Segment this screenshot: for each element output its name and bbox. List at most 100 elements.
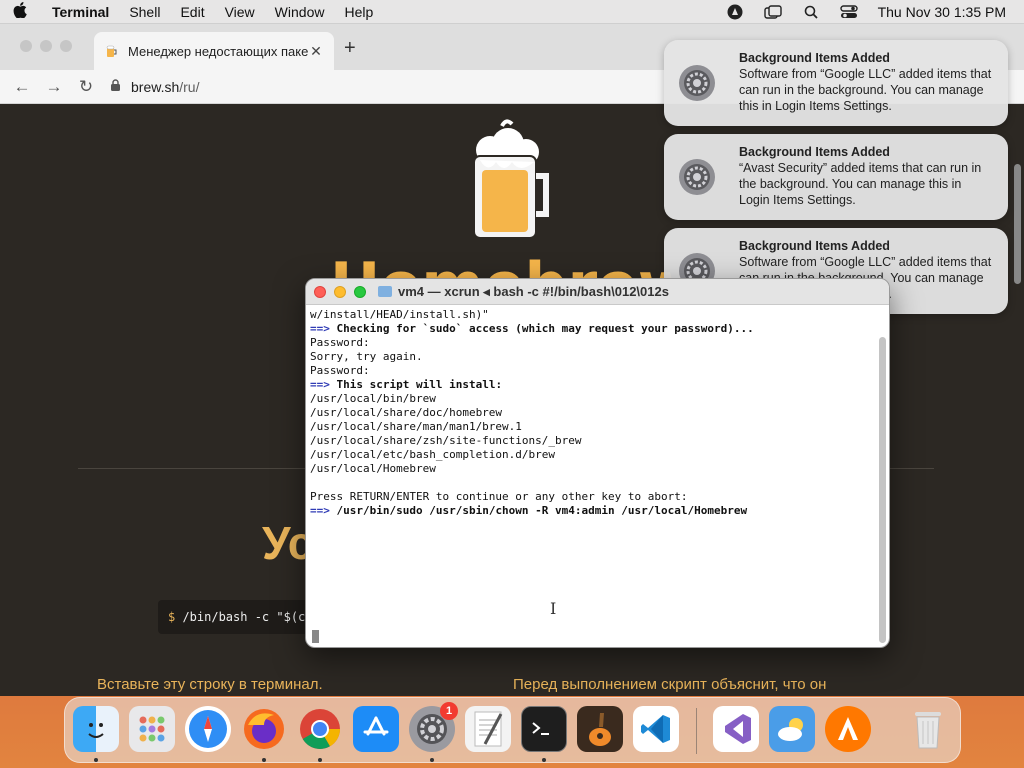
terminal-line: Sorry, try again. bbox=[310, 350, 876, 364]
terminal-line-text: /usr/local/share/doc/homebrew bbox=[310, 406, 503, 419]
terminal-line: ==> This script will install: bbox=[310, 378, 876, 392]
back-icon[interactable]: ← bbox=[6, 77, 38, 97]
browser-tab[interactable]: Менеджер недостающих паке ✕ bbox=[94, 32, 334, 70]
terminal-window-controls bbox=[314, 285, 366, 298]
tab-title: Менеджер недостающих паке bbox=[128, 43, 308, 59]
terminal-line: Press RETURN/ENTER to continue or any ot… bbox=[310, 490, 876, 504]
folder-icon bbox=[378, 286, 392, 297]
terminal-line-text: Sorry, try again. bbox=[310, 350, 423, 363]
avast-icon[interactable] bbox=[825, 706, 871, 752]
terminal-cursor bbox=[312, 630, 319, 643]
notification-body: Software from “Google LLC” added items t… bbox=[739, 67, 992, 113]
garageband-icon[interactable] bbox=[577, 706, 623, 752]
terminal-line: /usr/local/Homebrew bbox=[310, 462, 876, 476]
page-scrollbar[interactable] bbox=[1014, 164, 1021, 284]
weather-icon[interactable] bbox=[769, 706, 815, 752]
terminal-line-prefix: ==> bbox=[310, 504, 330, 517]
notification-2[interactable]: Background Items Added “Avast Security” … bbox=[664, 134, 1008, 220]
menu-bar: Terminal Shell Edit View Window Help Thu… bbox=[0, 0, 1024, 24]
terminal-line-text: /usr/local/share/zsh/site-functions/_bre… bbox=[310, 434, 582, 447]
visual-studio-icon[interactable] bbox=[713, 706, 759, 752]
reload-icon[interactable]: ↻ bbox=[70, 77, 102, 97]
finder-icon[interactable] bbox=[73, 706, 119, 752]
install-command-box[interactable]: $ /bin/bash -c "$(cur bbox=[158, 600, 318, 634]
terminal-titlebar[interactable]: vm4 — xcrun ◂ bash -c #!/bin/bash\012\01… bbox=[306, 279, 889, 305]
browser-minimize-button[interactable] bbox=[40, 40, 52, 52]
terminal-running-dot bbox=[542, 758, 546, 762]
spotlight-search-icon[interactable] bbox=[800, 3, 822, 21]
control-center-icon[interactable] bbox=[838, 3, 860, 21]
address-bar[interactable]: brew.sh/ru/ bbox=[110, 79, 199, 95]
terminal-line-text: Password: bbox=[310, 336, 370, 349]
terminal-line-prefix: ==> bbox=[310, 378, 330, 391]
terminal-line: Password: bbox=[310, 364, 876, 378]
terminal-title-text: vm4 — xcrun ◂ bash -c #!/bin/bash\012\01… bbox=[398, 283, 669, 299]
notification-title: Background Items Added bbox=[739, 145, 890, 159]
terminal-close-button[interactable] bbox=[314, 285, 326, 298]
system-settings-gear-icon bbox=[678, 64, 716, 102]
safari-icon[interactable] bbox=[185, 706, 231, 752]
terminal-line-text: /usr/bin/sudo /usr/sbin/chown -R vm4:adm… bbox=[329, 504, 748, 517]
terminal-line: /usr/local/etc/bash_completion.d/brew bbox=[310, 448, 876, 462]
dock: 1 bbox=[64, 697, 961, 763]
system-settings-badge: 1 bbox=[440, 702, 458, 720]
terminal-line: /usr/local/bin/brew bbox=[310, 392, 876, 406]
browser-zoom-button[interactable] bbox=[60, 40, 72, 52]
menu-clock[interactable]: Thu Nov 30 1:35 PM bbox=[878, 4, 1006, 20]
site-info-icon[interactable] bbox=[110, 78, 121, 95]
vscode-icon[interactable] bbox=[633, 706, 679, 752]
chrome-running-dot bbox=[318, 758, 322, 762]
notification-body: “Avast Security” added items that can ru… bbox=[739, 161, 982, 207]
notification-title: Background Items Added bbox=[739, 239, 890, 253]
browser-close-button[interactable] bbox=[20, 40, 32, 52]
terminal-title: vm4 — xcrun ◂ bash -c #!/bin/bash\012\01… bbox=[378, 284, 669, 300]
menu-shell[interactable]: Shell bbox=[119, 4, 170, 20]
terminal-scrollbar[interactable] bbox=[879, 337, 886, 643]
browser-window-controls bbox=[20, 40, 72, 52]
terminal-zoom-button[interactable] bbox=[354, 285, 366, 298]
url-path: /ru/ bbox=[179, 78, 200, 95]
terminal-line-text: /usr/local/share/man/man1/brew.1 bbox=[310, 420, 522, 433]
system-settings-gear-icon bbox=[678, 158, 716, 196]
apple-menu-icon[interactable] bbox=[0, 1, 40, 22]
finder-running-dot bbox=[94, 758, 98, 762]
notification-title: Background Items Added bbox=[739, 51, 890, 65]
terminal-window: vm4 — xcrun ◂ bash -c #!/bin/bash\012\01… bbox=[305, 278, 890, 648]
terminal-line: /usr/local/share/zsh/site-functions/_bre… bbox=[310, 434, 876, 448]
tab-close-icon[interactable]: ✕ bbox=[308, 43, 324, 60]
window-switcher-icon[interactable] bbox=[762, 3, 784, 21]
homebrew-favicon-icon bbox=[104, 44, 118, 58]
menu-app-terminal[interactable]: Terminal bbox=[40, 4, 119, 20]
terminal-line: /usr/local/share/man/man1/brew.1 bbox=[310, 420, 876, 434]
terminal-line-text: Checking for `sudo` access (which may re… bbox=[329, 322, 754, 335]
terminal-line: /usr/local/share/doc/homebrew bbox=[310, 406, 876, 420]
new-tab-icon[interactable]: + bbox=[344, 37, 356, 60]
text-cursor-icon: I bbox=[550, 599, 557, 618]
menu-window[interactable]: Window bbox=[265, 4, 335, 20]
menu-edit[interactable]: Edit bbox=[170, 4, 214, 20]
terminal-line-text: /usr/local/Homebrew bbox=[310, 462, 436, 475]
forward-icon[interactable]: → bbox=[38, 77, 70, 97]
textedit-icon[interactable] bbox=[465, 706, 511, 752]
trash-icon[interactable] bbox=[905, 706, 951, 752]
dock-separator bbox=[696, 708, 697, 754]
chrome-icon[interactable] bbox=[297, 706, 343, 752]
system-settings-running-dot bbox=[430, 758, 434, 762]
terminal-line: Password: bbox=[310, 336, 876, 350]
firefox-icon[interactable] bbox=[241, 706, 287, 752]
launchpad-icon[interactable] bbox=[129, 706, 175, 752]
terminal-output[interactable]: w/install/HEAD/install.sh)" ==> Checking … bbox=[310, 308, 876, 644]
caption-left: Вставьте эту строку в терминал. bbox=[97, 676, 323, 693]
terminal-icon[interactable] bbox=[521, 706, 567, 752]
caption-right: Перед выполнением скрипт объяснит, что о… bbox=[513, 676, 827, 693]
menu-view[interactable]: View bbox=[215, 4, 265, 20]
terminal-line-text: w/install/HEAD/install.sh)" bbox=[310, 308, 489, 321]
url-host: brew.sh bbox=[131, 78, 180, 95]
firefox-running-dot bbox=[262, 758, 266, 762]
menu-help[interactable]: Help bbox=[334, 4, 383, 20]
terminal-line-text: Password: bbox=[310, 364, 370, 377]
notification-1[interactable]: Background Items Added Software from “Go… bbox=[664, 40, 1008, 126]
avast-status-icon[interactable] bbox=[724, 3, 746, 21]
terminal-minimize-button[interactable] bbox=[334, 285, 346, 298]
app-store-icon[interactable] bbox=[353, 706, 399, 752]
